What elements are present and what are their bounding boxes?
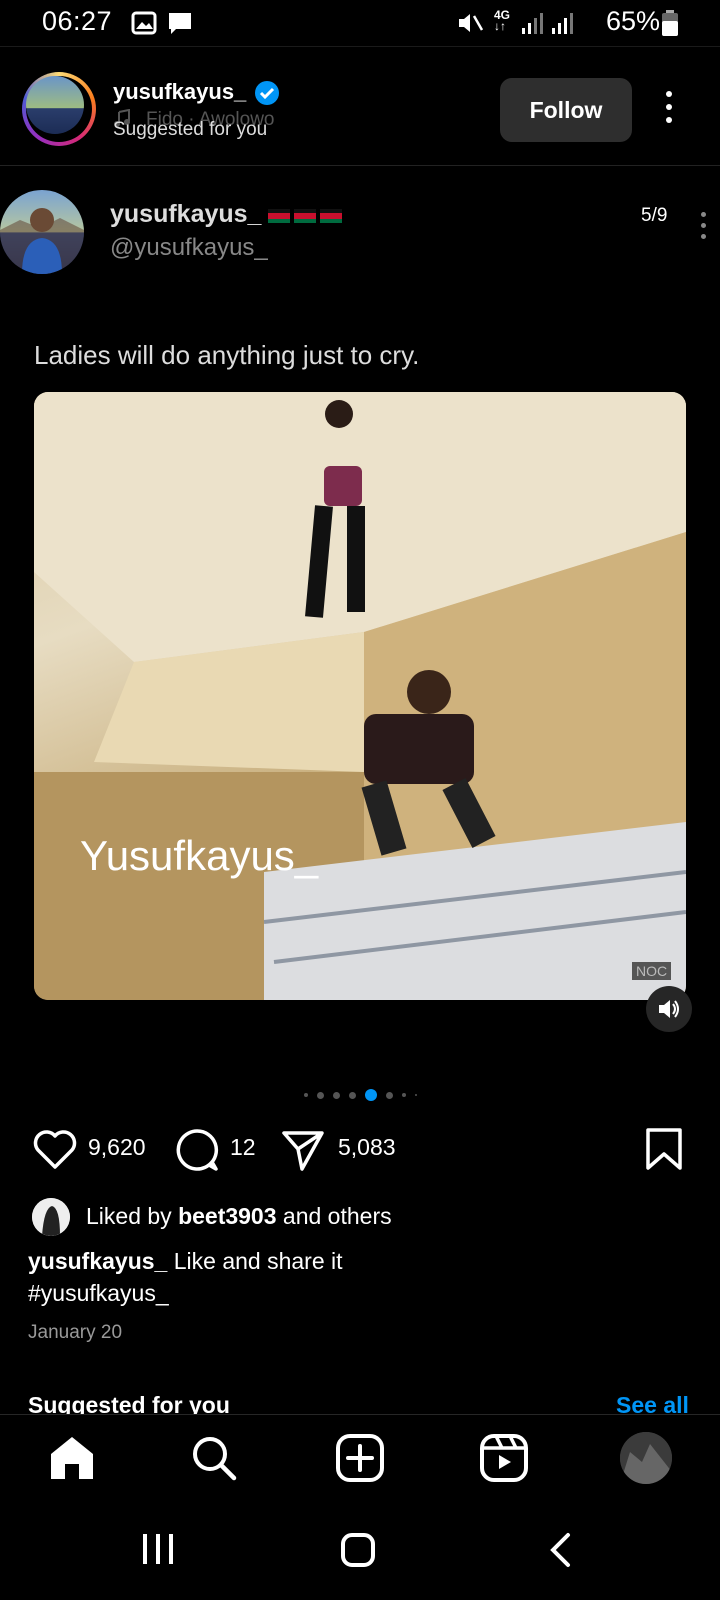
story-avatar[interactable] bbox=[22, 72, 96, 146]
comment-count[interactable]: 12 bbox=[230, 1134, 256, 1161]
comment-icon[interactable] bbox=[174, 1127, 220, 1173]
suggested-label: Suggested for you bbox=[113, 119, 268, 140]
caption-username[interactable]: yusufkayus_ bbox=[28, 1248, 167, 1274]
carousel-dot bbox=[316, 1091, 324, 1099]
profile-avatar-icon[interactable] bbox=[620, 1432, 672, 1484]
post-media[interactable] bbox=[34, 392, 686, 1000]
back-icon[interactable] bbox=[548, 1532, 572, 1568]
battery-icon bbox=[662, 10, 678, 36]
like-heart-icon[interactable] bbox=[32, 1127, 78, 1173]
carousel-dot bbox=[385, 1091, 393, 1099]
bookmark-icon[interactable] bbox=[644, 1127, 684, 1171]
share-count[interactable]: 5,083 bbox=[338, 1134, 396, 1161]
slide-counter: 5/9 bbox=[641, 205, 668, 226]
tweet-more-icon bbox=[700, 212, 706, 242]
message-notification-icon bbox=[169, 13, 191, 34]
create-post-icon[interactable] bbox=[334, 1432, 386, 1484]
carousel-dot bbox=[401, 1093, 406, 1097]
carousel-dot bbox=[332, 1091, 340, 1099]
carousel-dot bbox=[303, 1093, 308, 1097]
carousel-dot bbox=[348, 1091, 356, 1099]
battery-level: 65% bbox=[605, 6, 660, 36]
like-count[interactable]: 9,620 bbox=[88, 1134, 146, 1161]
media-watermark: Yusufkayus_ bbox=[80, 832, 319, 879]
clock: 06:27 bbox=[42, 6, 113, 36]
recent-apps-icon[interactable] bbox=[140, 1532, 176, 1566]
liked-by-text[interactable]: Liked by beet3903 and others bbox=[86, 1203, 392, 1230]
search-icon[interactable] bbox=[188, 1432, 240, 1484]
header-username[interactable]: yusufkayus_ bbox=[113, 79, 246, 105]
tweet-handle: @yusufkayus_ bbox=[110, 234, 268, 261]
carousel-indicator bbox=[0, 1087, 720, 1103]
post-header: yusufkayus_ Fido · Awolowo Suggested for… bbox=[0, 46, 720, 166]
signal-icon bbox=[522, 13, 573, 34]
tweet-text: Ladies will do anything just to cry. bbox=[34, 340, 420, 370]
tweet-display-name: yusufkayus_ bbox=[110, 200, 262, 228]
reels-icon[interactable] bbox=[478, 1432, 530, 1484]
volume-icon[interactable] bbox=[646, 986, 692, 1032]
gallery-notification-icon bbox=[131, 11, 157, 35]
carousel-dot bbox=[414, 1094, 417, 1096]
home-icon[interactable] bbox=[46, 1432, 98, 1484]
liked-by-user[interactable]: beet3903 bbox=[178, 1203, 276, 1229]
follow-button[interactable]: Follow bbox=[500, 78, 632, 142]
home-button-icon[interactable] bbox=[340, 1532, 376, 1568]
caption: yusufkayus_ Like and share it bbox=[28, 1248, 343, 1274]
status-bar: 06:27 4G ↓↑ 65% bbox=[0, 0, 720, 46]
more-options-icon[interactable] bbox=[664, 91, 674, 129]
share-send-icon[interactable] bbox=[280, 1127, 326, 1173]
system-nav-bar bbox=[0, 1514, 720, 1600]
media-corner-tag: NOC bbox=[632, 962, 672, 980]
post-date: January 20 bbox=[28, 1322, 123, 1343]
caption-hashtag[interactable]: #yusufkayus_ bbox=[28, 1280, 169, 1307]
mute-icon bbox=[459, 14, 484, 32]
tweet-avatar bbox=[0, 190, 84, 274]
liked-by-avatar[interactable] bbox=[32, 1198, 70, 1236]
kenya-flags-icon bbox=[268, 209, 342, 223]
network-4g-icon: 4G ↓↑ bbox=[494, 8, 511, 33]
verified-badge-icon bbox=[255, 81, 279, 105]
carousel-dot-active bbox=[364, 1089, 377, 1101]
